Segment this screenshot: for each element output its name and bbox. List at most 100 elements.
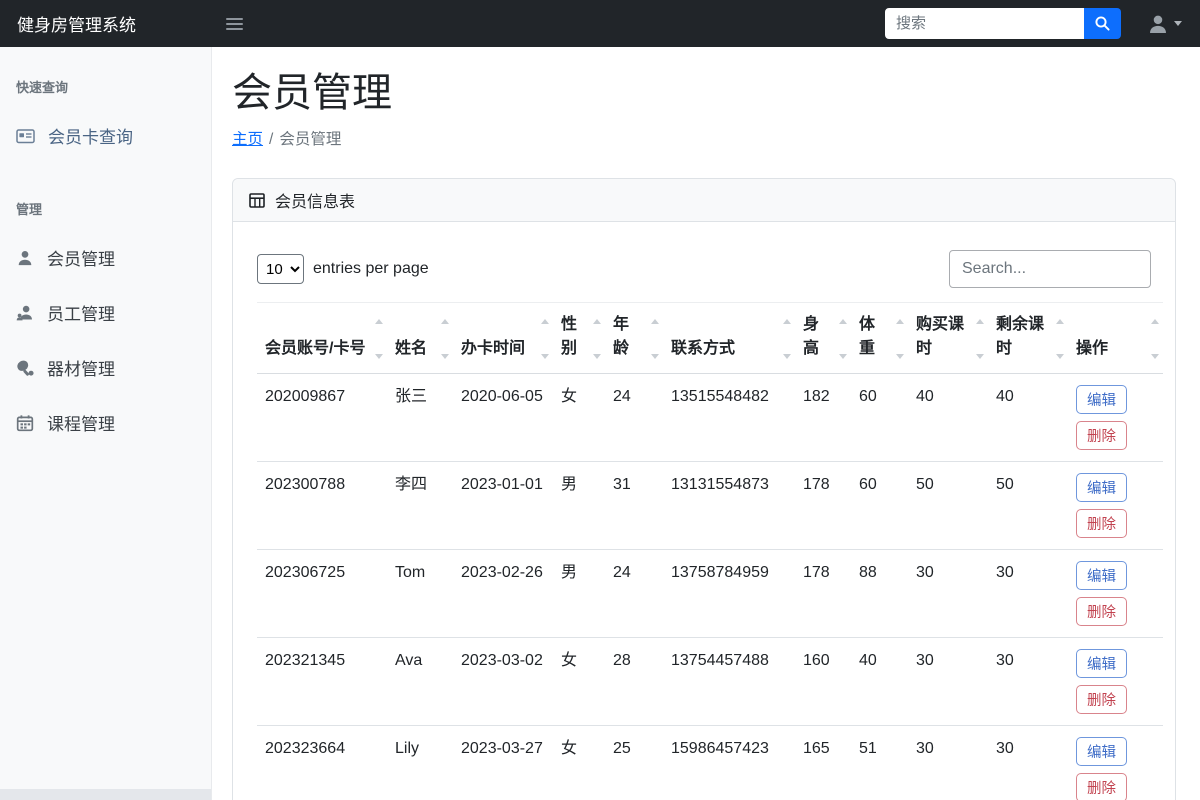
- column-header-label: 姓名: [395, 340, 428, 357]
- cell-height: 160: [795, 637, 851, 726]
- cell-age: 31: [605, 461, 663, 550]
- cell-phone: 13515548482: [663, 373, 795, 462]
- column-header-purchased[interactable]: 购买课时: [908, 302, 988, 374]
- column-header-phone[interactable]: 联系方式: [663, 302, 795, 374]
- delete-button[interactable]: 删除: [1076, 421, 1127, 450]
- cell-actions: 编辑 删除: [1068, 373, 1163, 462]
- breadcrumb-home-link[interactable]: 主页: [232, 131, 263, 148]
- cell-account: 202321345: [257, 637, 387, 726]
- cell-date: 2023-01-01: [453, 461, 553, 550]
- sidebar-item-label: 器材管理: [47, 360, 115, 379]
- sort-arrows-icon: [783, 319, 791, 359]
- cell-age: 24: [605, 549, 663, 638]
- card-body: 10 entries per page 会员账号/卡号 姓名 办卡时间 性别年龄联系方…: [233, 222, 1175, 800]
- delete-button[interactable]: 删除: [1076, 597, 1127, 626]
- edit-button[interactable]: 编辑: [1076, 649, 1127, 678]
- column-header-label: 操作: [1076, 340, 1109, 357]
- sort-arrows-icon: [651, 319, 659, 359]
- column-header-name[interactable]: 姓名: [387, 302, 453, 374]
- sort-arrows-icon: [976, 319, 984, 359]
- table-row: 202300788 李四 2023-01-01 男 31 13131554873 178 60…: [257, 461, 1163, 550]
- cell-age: 24: [605, 373, 663, 462]
- cell-name: 李四: [387, 461, 453, 550]
- column-header-date[interactable]: 办卡时间: [453, 302, 553, 374]
- sidebar-item-member-card-query[interactable]: 会员卡查询: [0, 108, 211, 163]
- sidebar-section-management: 管理: [16, 202, 43, 217]
- cell-phone: 13131554873: [663, 461, 795, 550]
- cell-weight: 40: [851, 637, 908, 726]
- sidebar-item-label: 会员管理: [47, 250, 115, 269]
- member-table: 会员账号/卡号 姓名 办卡时间 性别 年龄 联系方式 身高 体重 购买课时 剩余课时操作 2020…: [257, 302, 1163, 800]
- edit-button[interactable]: 编辑: [1076, 737, 1127, 766]
- table-search-input[interactable]: [949, 250, 1151, 288]
- cell-weight: 51: [851, 725, 908, 800]
- search-icon: [1095, 16, 1110, 31]
- cell-remaining: 30: [988, 637, 1068, 726]
- app-title[interactable]: 健身房管理系统: [0, 11, 212, 36]
- column-header-actions[interactable]: 操作: [1068, 302, 1163, 374]
- table-row: 202009867 张三 2020-06-05 女 24 13515548482 182 60…: [257, 373, 1163, 462]
- sort-arrows-icon: [896, 319, 904, 359]
- column-header-gender[interactable]: 性别: [553, 302, 605, 374]
- entries-per-page: 10 entries per page: [257, 254, 429, 284]
- hamburger-menu-icon[interactable]: [220, 12, 249, 36]
- cell-actions: 编辑 删除: [1068, 549, 1163, 638]
- edit-button[interactable]: 编辑: [1076, 473, 1127, 502]
- cell-name: Ava: [387, 637, 453, 726]
- cell-age: 25: [605, 725, 663, 800]
- sidebar-item-member-management[interactable]: 会员管理: [0, 230, 211, 285]
- member-table-card: 会员信息表 10 entries per page 会员账号/卡号 姓名 办卡时间 性…: [232, 178, 1176, 800]
- sort-arrows-icon: [441, 319, 449, 359]
- navbar-search: [885, 8, 1121, 39]
- breadcrumb-separator: /: [269, 131, 274, 148]
- sidebar-section-quick-query: 快速查询: [16, 80, 69, 95]
- column-header-label: 剩余课时: [996, 316, 1045, 357]
- cell-date: 2020-06-05: [453, 373, 553, 462]
- column-header-height[interactable]: 身高: [795, 302, 851, 374]
- sort-arrows-icon: [839, 319, 847, 359]
- cell-height: 178: [795, 461, 851, 550]
- cell-name: 张三: [387, 373, 453, 462]
- delete-button[interactable]: 删除: [1076, 685, 1127, 714]
- edit-button[interactable]: 编辑: [1076, 561, 1127, 590]
- cell-height: 182: [795, 373, 851, 462]
- cell-height: 178: [795, 549, 851, 638]
- breadcrumb: 主页 / 会员管理: [232, 127, 1176, 149]
- cell-remaining: 50: [988, 461, 1068, 550]
- column-header-remaining[interactable]: 剩余课时: [988, 302, 1068, 374]
- column-header-label: 身高: [803, 316, 820, 357]
- navbar-search-button[interactable]: [1084, 8, 1121, 39]
- sort-arrows-icon: [375, 319, 383, 359]
- top-navbar: 健身房管理系统: [0, 0, 1200, 47]
- cell-name: Lily: [387, 725, 453, 800]
- page-title: 会员管理: [232, 71, 392, 115]
- delete-button[interactable]: 删除: [1076, 773, 1127, 800]
- cell-account: 202009867: [257, 373, 387, 462]
- column-header-account[interactable]: 会员账号/卡号: [257, 302, 387, 374]
- cell-purchased: 40: [908, 373, 988, 462]
- table-header-row: 会员账号/卡号 姓名 办卡时间 性别 年龄 联系方式 身高 体重 购买课时 剩余课时操作: [257, 302, 1163, 374]
- navbar-search-input[interactable]: [885, 8, 1084, 39]
- cell-weight: 60: [851, 373, 908, 462]
- delete-button[interactable]: 删除: [1076, 509, 1127, 538]
- cell-phone: 13758784959: [663, 549, 795, 638]
- column-header-label: 体重: [859, 316, 876, 357]
- cell-purchased: 30: [908, 725, 988, 800]
- user-icon: [18, 250, 32, 265]
- column-header-weight[interactable]: 体重: [851, 302, 908, 374]
- sidebar-item-equipment-management[interactable]: 器材管理: [0, 340, 211, 395]
- cell-account: 202300788: [257, 461, 387, 550]
- entries-per-page-select[interactable]: 10: [257, 254, 304, 284]
- column-header-age[interactable]: 年龄: [605, 302, 663, 374]
- cell-actions: 编辑 删除: [1068, 461, 1163, 550]
- user-menu[interactable]: [1147, 13, 1182, 35]
- cell-purchased: 30: [908, 637, 988, 726]
- edit-button[interactable]: 编辑: [1076, 385, 1127, 414]
- sidebar-item-staff-management[interactable]: 员工管理: [0, 285, 211, 340]
- cell-gender: 男: [553, 461, 605, 550]
- navbar-right: [885, 8, 1200, 39]
- sidebar-item-course-management[interactable]: 课程管理: [0, 395, 211, 450]
- table-row: 202321345 Ava 2023-03-02 女 28 13754457488 160 4…: [257, 637, 1163, 726]
- table-controls: 10 entries per page: [257, 250, 1151, 288]
- chevron-down-icon: [1174, 21, 1182, 26]
